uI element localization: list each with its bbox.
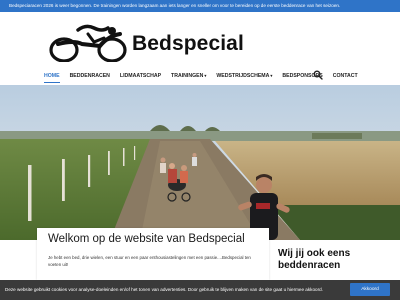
announcement-bar: Bedspeciaracen 2026 is weer begonnen. De… (0, 0, 400, 12)
nav-item-label: Lidmaatschap (119, 73, 162, 79)
nav-item-lidmaatschap[interactable]: Lidmaatschap (120, 67, 161, 85)
nav-item-contact[interactable]: Contact (333, 67, 358, 85)
nav-item-label: Home (44, 73, 60, 79)
chevron-down-icon: ▾ (270, 73, 273, 78)
site-header: Bedspecial (0, 12, 400, 68)
nav-item-wedstrijdschema[interactable]: Wedstrijdschema▾ (216, 67, 272, 85)
nav-item-label: Beddenracen (69, 73, 110, 79)
welcome-text: Je hebt een bed, drie wielen, een stuur … (48, 255, 251, 267)
hero-photo (0, 85, 400, 240)
nav-item-home[interactable]: Home (44, 67, 60, 85)
chevron-down-icon: ▾ (204, 73, 207, 78)
sidebar-card: Wij jij ook eens beddenracen (272, 240, 364, 285)
nav-item-label: Trainingen (171, 73, 204, 79)
nav-item-label: Wedstrijdschema (216, 73, 270, 79)
nav-item-beddenracen[interactable]: Beddenracen (70, 67, 110, 85)
sidebar-title: Wij jij ook eens beddenracen (278, 248, 351, 271)
cookie-text: Deze website gebruikt cookies voor analy… (5, 287, 323, 292)
recumbent-bike-logo-icon[interactable] (48, 22, 128, 62)
nav-item-label: Contact (332, 73, 358, 79)
announcement-text: Bedspeciaracen 2026 is weer begonnen. De… (9, 3, 341, 8)
welcome-title: Welkom op de website van Bedspecial (48, 233, 245, 245)
nav-item-trainingen[interactable]: Trainingen▾ (171, 67, 206, 85)
search-icon[interactable] (313, 70, 323, 80)
welcome-card: Welkom op de website van Bedspecial Je h… (37, 228, 269, 280)
accept-cookies-button[interactable]: Akkoord (350, 283, 390, 296)
cookie-banner: Deze website gebruikt cookies voor analy… (0, 280, 400, 300)
brand-name[interactable]: Bedspecial (132, 32, 244, 56)
